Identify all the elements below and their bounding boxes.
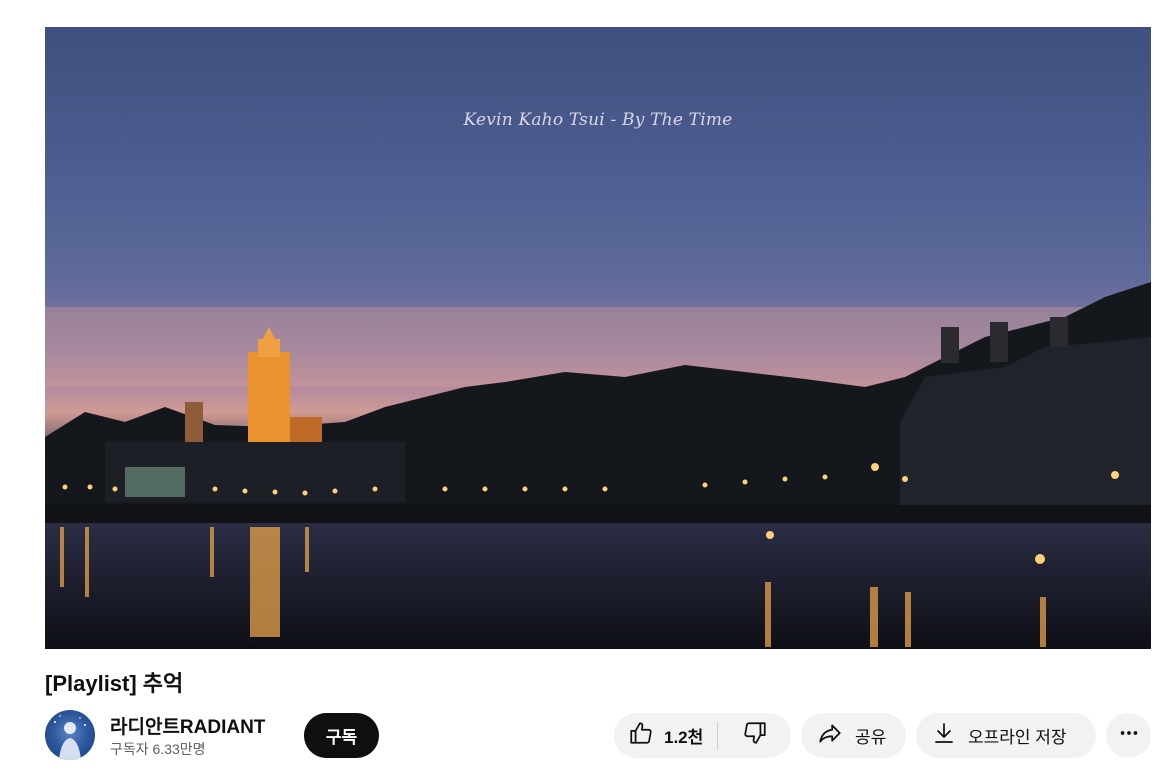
like-button[interactable]: 1.2천: [614, 713, 717, 758]
channel-avatar[interactable]: [45, 710, 95, 760]
video-title: [Playlist] 추억: [45, 671, 184, 696]
avatar-image: [54, 715, 86, 760]
thumbs-up-icon: [628, 720, 654, 751]
share-button[interactable]: 공유: [801, 713, 906, 758]
more-actions-button[interactable]: [1106, 713, 1151, 758]
video-overlay-text: Kevin Kaho Tsui - By The Time: [463, 110, 733, 130]
video-player[interactable]: Kevin Kaho Tsui - By The Time: [45, 27, 1151, 649]
subscribe-button[interactable]: 구독: [304, 713, 379, 758]
thumbs-down-icon: [742, 720, 768, 751]
download-button[interactable]: 오프라인 저장: [916, 713, 1096, 758]
like-count: 1.2천: [664, 728, 704, 747]
download-label: 오프라인 저장: [968, 728, 1067, 747]
like-dislike-group: 1.2천: [614, 713, 791, 758]
download-icon: [932, 721, 956, 750]
more-dots-icon: [1118, 722, 1140, 749]
channel-name[interactable]: 라디안트RADIANT: [110, 712, 265, 739]
dislike-button[interactable]: [718, 713, 791, 758]
subscriber-count: 구독자 6.33만명: [110, 741, 206, 757]
watch-page: Kevin Kaho Tsui - By The Time [Playlist]…: [0, 0, 1168, 772]
share-label: 공유: [855, 728, 887, 747]
share-arrow-icon: [817, 720, 843, 751]
